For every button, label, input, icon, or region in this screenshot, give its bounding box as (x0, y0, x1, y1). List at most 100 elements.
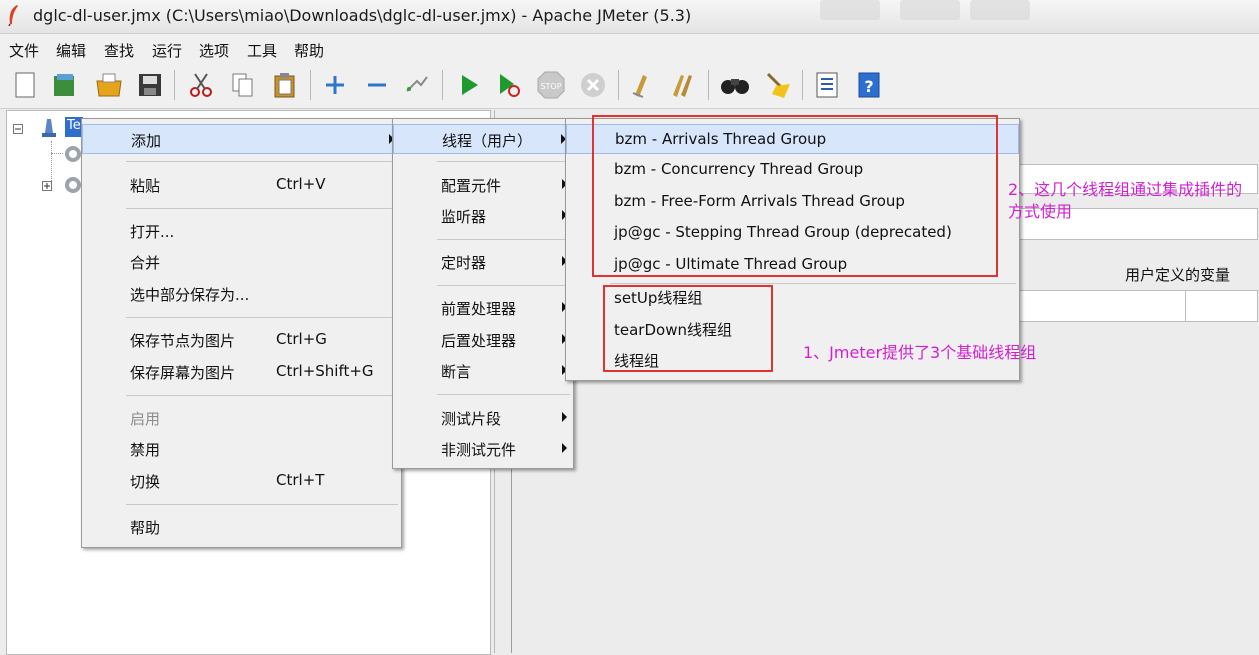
menu-tools[interactable]: 工具 (247, 40, 277, 61)
submenu-item-listener[interactable]: 监听器 (393, 201, 573, 231)
menu-item-open[interactable]: 打开... (82, 216, 401, 246)
tree-guide-line (51, 153, 63, 154)
menu-item-add[interactable]: 添加 (82, 124, 401, 154)
reset-search-icon[interactable] (760, 68, 794, 102)
menu-search[interactable]: 查找 (104, 40, 134, 61)
help-icon[interactable]: ? (852, 68, 886, 102)
menu-edit[interactable]: 编辑 (56, 40, 86, 61)
basic-thread-groups-highlight (603, 285, 773, 372)
toolbar-separator (708, 70, 709, 100)
menu-separator (126, 317, 398, 318)
menu-item-label: 配置元件 (441, 177, 502, 195)
save-icon[interactable] (133, 68, 167, 102)
menu-item-label: 断言 (441, 363, 472, 381)
start-no-pause-icon[interactable] (492, 68, 526, 102)
menu-item-disable[interactable]: 禁用 (82, 434, 401, 464)
menu-item-toggle[interactable]: 切换 Ctrl+T (82, 466, 401, 496)
toggle-icon[interactable] (400, 68, 434, 102)
submenu-item-config-element[interactable]: 配置元件 (393, 170, 573, 200)
menu-separator (126, 504, 398, 505)
menu-item-label: 启用 (130, 410, 161, 428)
submenu-arrow-icon (562, 412, 567, 422)
stop-icon[interactable]: STOP (534, 68, 568, 102)
cut-icon[interactable] (184, 68, 218, 102)
toolbar-separator (174, 70, 175, 100)
menu-item-help[interactable]: 帮助 (82, 512, 401, 542)
menu-item-label: 切换 (130, 473, 161, 491)
submenu-arrow-icon (562, 443, 567, 453)
svg-text:?: ? (864, 77, 873, 96)
title-bar-blur (820, 0, 880, 20)
menu-item-label: 合并 (130, 254, 161, 272)
menu-separator (437, 285, 570, 286)
submenu-item-threads[interactable]: 线程（用户） (393, 124, 573, 154)
menu-item-save-screen-as-image[interactable]: 保存屏幕为图片 Ctrl+Shift+G (82, 357, 401, 387)
new-icon[interactable] (8, 68, 42, 102)
menu-item-label: 粘贴 (130, 177, 161, 195)
menu-item-label: 打开... (130, 223, 175, 241)
templates-icon[interactable] (48, 68, 82, 102)
menu-item-label: 禁用 (130, 441, 161, 459)
menu-item-label: 保存节点为图片 (130, 332, 236, 350)
menu-item-label: 选中部分保存为... (130, 286, 250, 304)
menu-separator (437, 394, 570, 395)
menu-options[interactable]: 选项 (199, 40, 229, 61)
expand-icon[interactable] (318, 68, 352, 102)
collapse-icon[interactable] (360, 68, 394, 102)
tree-expand-toggle[interactable] (13, 123, 23, 138)
menu-item-label: 添加 (131, 132, 162, 150)
test-plan-icon (39, 117, 59, 143)
toolbar-separator (618, 70, 619, 100)
basic-annotation: 1、Jmeter提供了3个基础线程组 (803, 343, 1037, 362)
title-bar-blur (970, 0, 1030, 20)
menu-separator (126, 161, 398, 162)
copy-icon[interactable] (226, 68, 260, 102)
menu-item-enable: 启用 (82, 403, 401, 433)
submenu-item-test-fragment[interactable]: 测试片段 (393, 403, 573, 433)
menu-item-shortcut: Ctrl+V (276, 175, 326, 193)
menu-item-shortcut: Ctrl+Shift+G (276, 362, 374, 380)
open-icon[interactable] (92, 68, 126, 102)
paste-icon[interactable] (268, 68, 302, 102)
submenu-item-timer[interactable]: 定时器 (393, 247, 573, 277)
table-column-divider (1185, 291, 1186, 321)
toolbar: STOP ? (0, 62, 1259, 109)
menu-item-label: 测试片段 (441, 410, 502, 428)
menu-file[interactable]: 文件 (9, 40, 39, 61)
jmeter-feather-icon (8, 5, 18, 26)
menu-item-label: 帮助 (130, 519, 161, 537)
menu-item-label: 监听器 (441, 208, 487, 226)
shutdown-icon[interactable] (576, 68, 610, 102)
search-icon[interactable] (718, 68, 752, 102)
plugins-annotation: 2、这几个线程组通过集成插件的方式使用 (1008, 180, 1243, 221)
menu-help[interactable]: 帮助 (294, 40, 324, 61)
svg-text:STOP: STOP (540, 82, 561, 91)
context-menu: 添加 粘贴 Ctrl+V 打开... 合并 选中部分保存为... 保存节点为图片… (81, 118, 402, 548)
submenu-item-pre-processor[interactable]: 前置处理器 (393, 293, 573, 323)
menu-separator (437, 161, 570, 162)
thread-group-icon (63, 175, 83, 199)
menu-separator (126, 208, 398, 209)
window-title: dglc-dl-user.jmx (C:\Users\miao\Download… (33, 6, 692, 25)
toolbar-separator (310, 70, 311, 100)
menu-item-label: 非测试元件 (441, 441, 517, 459)
menu-item-paste[interactable]: 粘贴 Ctrl+V (82, 170, 401, 200)
clear-all-icon[interactable] (666, 68, 700, 102)
toolbar-separator (802, 70, 803, 100)
menu-item-label: 线程（用户） (442, 132, 533, 150)
submenu-item-non-test-elements[interactable]: 非测试元件 (393, 434, 573, 464)
submenu-item-post-processor[interactable]: 后置处理器 (393, 325, 573, 355)
menu-bar: 文件 编辑 查找 运行 选项 工具 帮助 (0, 34, 1259, 62)
clear-icon[interactable] (626, 68, 660, 102)
menu-item-shortcut: Ctrl+T (276, 471, 325, 489)
plugin-thread-groups-highlight (592, 115, 998, 277)
submenu-item-assertion[interactable]: 断言 (393, 356, 573, 386)
menu-run[interactable]: 运行 (152, 40, 182, 61)
start-icon[interactable] (452, 68, 486, 102)
tree-expand-toggle[interactable] (42, 180, 52, 195)
menu-item-save-node-as-image[interactable]: 保存节点为图片 Ctrl+G (82, 325, 401, 355)
function-helper-icon[interactable] (810, 68, 844, 102)
menu-item-merge[interactable]: 合并 (82, 247, 401, 277)
add-submenu: 线程（用户） 配置元件 监听器 定时器 前置处理器 后置处理器 断言 测试片段 … (392, 118, 574, 469)
menu-item-save-selection-as[interactable]: 选中部分保存为... (82, 279, 401, 309)
